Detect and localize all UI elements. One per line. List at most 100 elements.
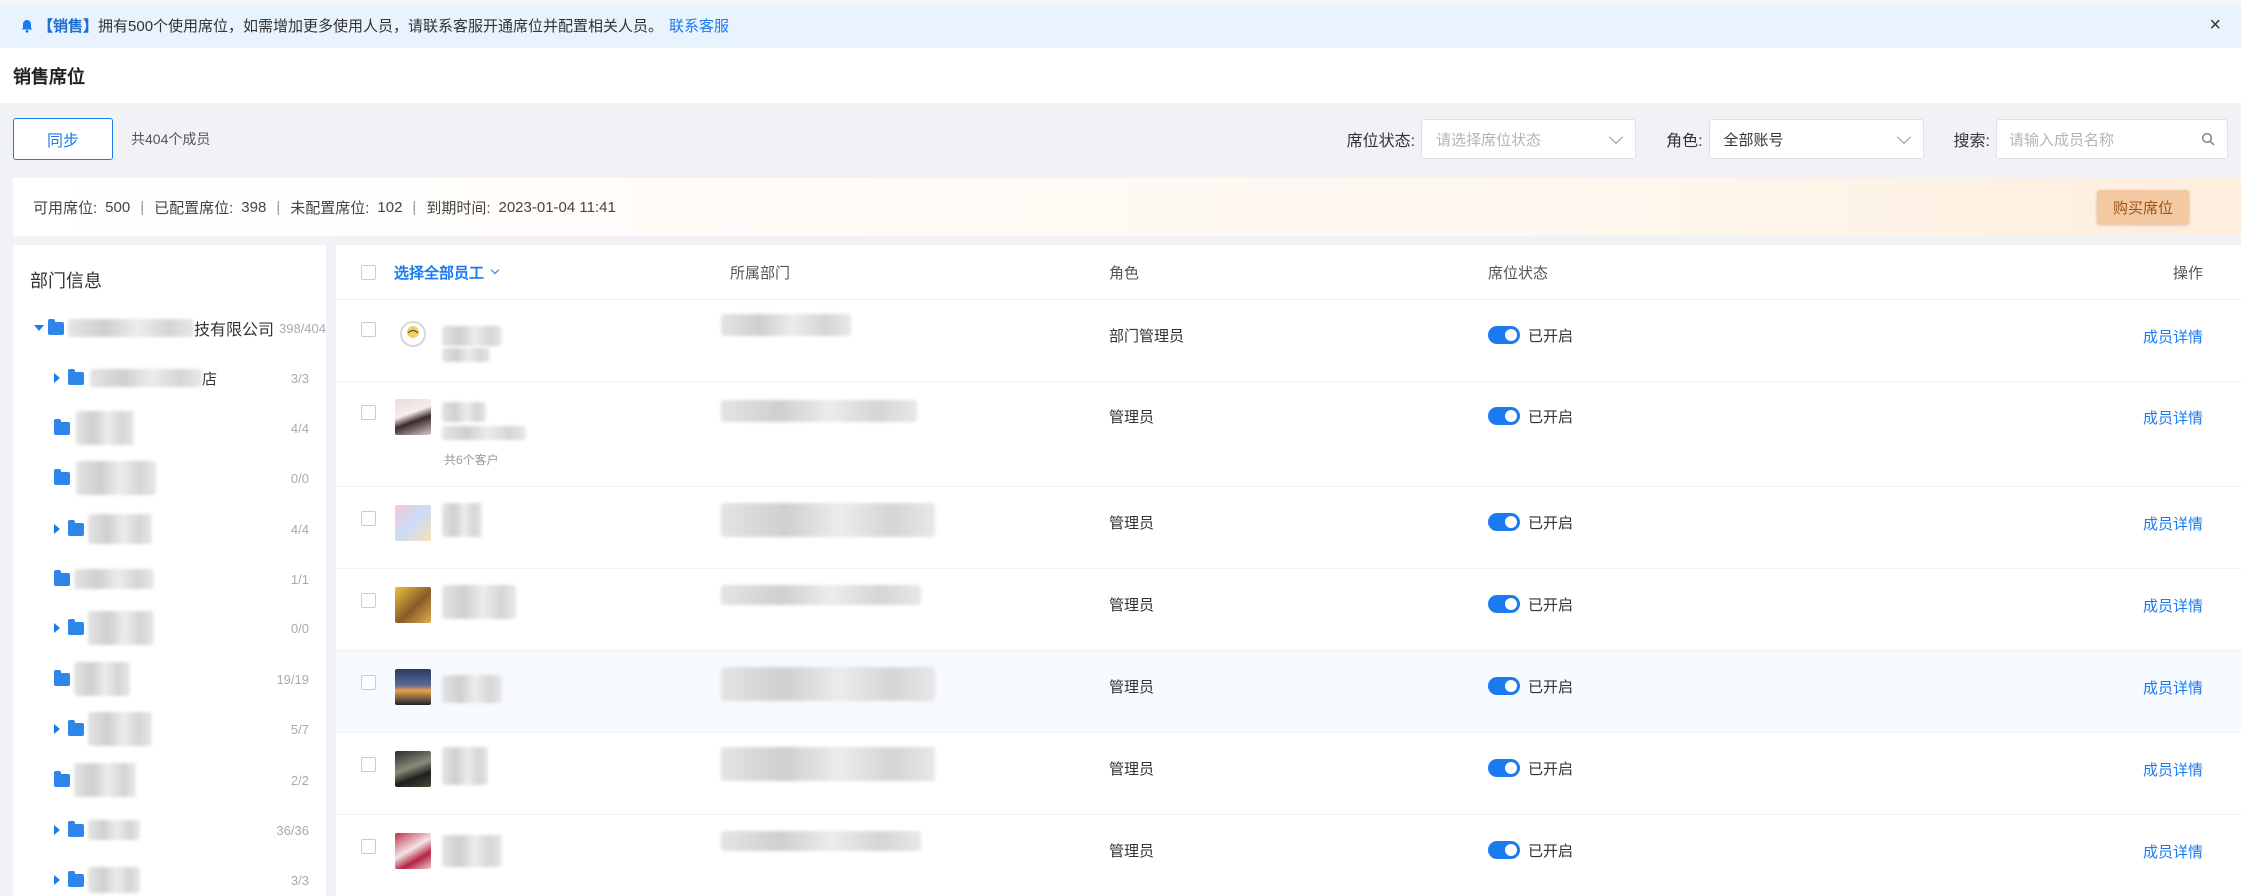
close-icon[interactable]: × xyxy=(2209,15,2221,35)
avatar xyxy=(395,751,431,787)
header-seat-status: 席位状态 xyxy=(1488,264,1549,282)
row-checkbox[interactable] xyxy=(361,839,376,854)
redacted-department xyxy=(721,585,921,605)
redacted-text xyxy=(76,461,156,495)
caret-right-icon[interactable] xyxy=(54,373,60,383)
tree-item-label: 店 xyxy=(202,370,218,388)
caret-right-icon[interactable] xyxy=(54,524,60,534)
row-checkbox[interactable] xyxy=(361,322,376,337)
folder-icon xyxy=(68,519,84,536)
row-checkbox[interactable] xyxy=(361,405,376,420)
table-row: 管理员 已开启 成员详情 xyxy=(336,814,2241,896)
member-detail-link[interactable]: 成员详情 xyxy=(2143,407,2203,428)
seat-toggle[interactable] xyxy=(1488,841,1520,859)
redacted-text xyxy=(74,662,130,696)
tree-item[interactable]: 4/4 xyxy=(54,411,326,445)
select-all-checkbox[interactable] xyxy=(361,265,376,280)
chevron-down-icon xyxy=(1609,129,1624,144)
seat-status-select[interactable]: 请选择席位状态 xyxy=(1421,119,1637,159)
tree-item-count: 5/7 xyxy=(290,721,309,737)
header-role: 角色 xyxy=(1109,264,1140,282)
caret-right-icon[interactable] xyxy=(54,825,60,835)
seat-toggle[interactable] xyxy=(1488,407,1520,425)
avatar xyxy=(395,505,431,541)
caret-right-icon[interactable] xyxy=(54,875,60,885)
redacted-department xyxy=(721,503,935,537)
seat-toggle[interactable] xyxy=(1488,326,1520,344)
configured-seats-value: 398 xyxy=(241,198,267,216)
select-all-label: 选择全部员工 xyxy=(394,264,485,282)
tree-item[interactable]: 店 3/3 xyxy=(54,364,326,392)
caret-right-icon[interactable] xyxy=(54,623,60,633)
select-all-dropdown[interactable]: 选择全部员工 xyxy=(394,262,500,283)
seat-toggle[interactable] xyxy=(1488,595,1520,613)
member-detail-link[interactable]: 成员详情 xyxy=(2143,759,2203,780)
member-role: 管理员 xyxy=(1109,761,1155,778)
table-header: 选择全部员工 所属部门 角色 席位状态 操作 xyxy=(336,245,2241,299)
avatar xyxy=(395,833,431,869)
unconfigured-seats-label: 未配置席位: xyxy=(290,199,370,217)
search-icon[interactable] xyxy=(2201,132,2215,146)
seat-toggle[interactable] xyxy=(1488,677,1520,695)
table-row: 管理员 已开启 成员详情 xyxy=(336,568,2241,650)
table-row: 管理员 已开启 成员详情 xyxy=(336,650,2241,732)
seat-toggle[interactable] xyxy=(1488,513,1520,531)
default-avatar-icon xyxy=(400,321,426,347)
tree-item-count: 3/3 xyxy=(290,370,309,386)
member-detail-link[interactable]: 成员详情 xyxy=(2143,326,2203,347)
tree-root-company[interactable]: 技有限公司 398/404 xyxy=(34,314,326,342)
role-select[interactable]: 全部账号 xyxy=(1708,119,1924,159)
table-row: 部门管理员 已开启 成员详情 xyxy=(336,299,2241,381)
redacted-text xyxy=(88,514,152,544)
member-detail-link[interactable]: 成员详情 xyxy=(2143,677,2203,698)
redacted-member-name xyxy=(442,585,516,619)
member-detail-link[interactable]: 成员详情 xyxy=(2143,595,2203,616)
tree-item[interactable]: 4/4 xyxy=(54,514,326,544)
row-checkbox[interactable] xyxy=(361,593,376,608)
folder-icon xyxy=(54,418,70,435)
tree-item-count: 4/4 xyxy=(290,521,309,537)
redacted-department xyxy=(721,831,921,851)
redacted-department xyxy=(721,747,935,781)
tree-item-count: 0/0 xyxy=(290,470,309,486)
row-checkbox[interactable] xyxy=(361,757,376,772)
redacted-member-name xyxy=(442,326,502,346)
search-input[interactable]: 请输入成员名称 xyxy=(1996,119,2228,159)
tree-item[interactable]: 0/0 xyxy=(54,461,326,495)
member-role: 部门管理员 xyxy=(1109,328,1185,345)
tree-item[interactable]: 2/2 xyxy=(54,763,326,797)
sidebar-title: 部门信息 xyxy=(30,271,102,291)
tree-item[interactable]: 36/36 xyxy=(54,816,326,844)
page-title: 销售席位 xyxy=(0,48,2241,103)
toolbar: 同步 共404个成员 席位状态: 请选择席位状态 角色: 全部账号 搜索: 请输… xyxy=(0,103,2241,175)
tree-item[interactable]: 5/7 xyxy=(54,712,326,746)
department-sidebar: 部门信息 技有限公司 398/404 店 3/3 4/4 0/0 4/4 1/1… xyxy=(13,245,326,896)
tree-item-count: 4/4 xyxy=(290,420,309,436)
tree-item[interactable]: 19/19 xyxy=(54,662,326,696)
row-checkbox[interactable] xyxy=(361,675,376,690)
folder-icon xyxy=(68,820,84,837)
folder-icon xyxy=(54,669,70,686)
sync-button[interactable]: 同步 xyxy=(13,118,113,160)
table-row: 管理员 已开启 成员详情 xyxy=(336,486,2241,568)
buy-seats-button[interactable]: 购买席位 xyxy=(2097,190,2189,224)
expire-time-label: 到期时间: xyxy=(426,199,491,217)
tree-item[interactable]: 3/3 xyxy=(54,866,326,894)
role-select-value: 全部账号 xyxy=(1723,131,1784,149)
redacted-text xyxy=(74,763,136,797)
divider: | xyxy=(412,198,417,216)
seat-toggle[interactable] xyxy=(1488,759,1520,777)
table-row: 管理员 已开启 成员详情 xyxy=(336,732,2241,814)
member-detail-link[interactable]: 成员详情 xyxy=(2143,841,2203,862)
divider: | xyxy=(276,198,281,216)
client-count: 共6个客户 xyxy=(444,453,499,467)
member-role: 管理员 xyxy=(1109,409,1155,426)
tree-item[interactable]: 0/0 xyxy=(54,611,326,645)
member-count: 共404个成员 xyxy=(131,131,211,147)
caret-down-icon[interactable] xyxy=(34,325,44,331)
row-checkbox[interactable] xyxy=(361,511,376,526)
contact-support-link[interactable]: 联系客服 xyxy=(669,15,729,36)
caret-right-icon[interactable] xyxy=(54,724,60,734)
tree-item[interactable]: 1/1 xyxy=(54,565,326,593)
member-detail-link[interactable]: 成员详情 xyxy=(2143,513,2203,534)
